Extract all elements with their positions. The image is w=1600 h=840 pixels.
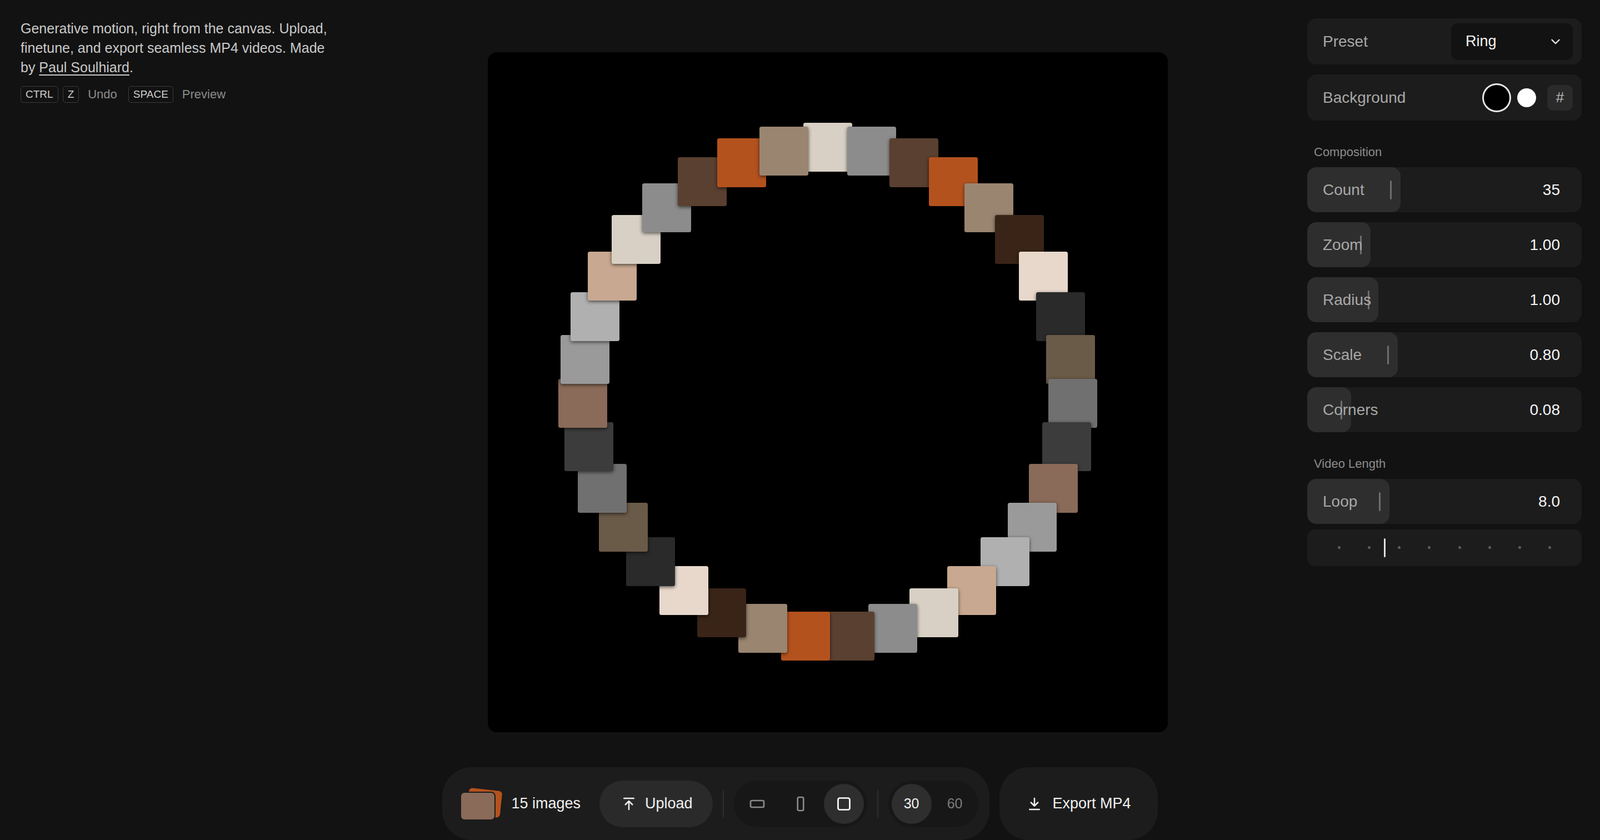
ring-tile bbox=[564, 422, 614, 472]
slider[interactable]: Zoom 1.00 bbox=[1307, 222, 1582, 268]
ring-tile bbox=[1046, 335, 1095, 384]
swatch-group: # bbox=[1483, 85, 1573, 111]
toolbar-pill: 15 images Upload 3060 bbox=[442, 767, 989, 840]
color-swatch[interactable] bbox=[1517, 88, 1537, 108]
ring-tile bbox=[781, 611, 830, 661]
section-title: Composition bbox=[1307, 130, 1582, 160]
slider[interactable]: Corners 0.08 bbox=[1307, 387, 1582, 433]
settings-panel: Preset Ring Background # Composition Count 35 Z… bbox=[1307, 0, 1600, 747]
ring-tile bbox=[1048, 378, 1098, 428]
slider[interactable]: Loop 8.0 bbox=[1307, 478, 1582, 524]
divider bbox=[722, 790, 724, 818]
timeline-dot bbox=[1397, 546, 1401, 549]
slider-label: Corners bbox=[1322, 401, 1379, 419]
shortcut: SPACE Preview bbox=[128, 86, 226, 103]
aspect-group bbox=[733, 780, 868, 828]
aspect-button[interactable] bbox=[780, 783, 821, 824]
shortcut-label: Undo bbox=[87, 87, 118, 102]
landscape-icon bbox=[747, 793, 768, 814]
slider-value: 8.0 bbox=[1538, 492, 1560, 511]
shortcut: CTRLZ Undo bbox=[20, 86, 118, 103]
background-label: Background bbox=[1322, 88, 1406, 107]
ring-tile bbox=[825, 611, 875, 661]
intro-text: Generative motion, right from the canvas… bbox=[20, 18, 332, 78]
shortcuts: CTRLZ Undo SPACE Preview bbox=[20, 86, 488, 103]
key-cap: Z bbox=[62, 86, 80, 103]
shortcut-label: Preview bbox=[182, 87, 226, 102]
ring-tile bbox=[847, 126, 897, 176]
upload-icon bbox=[620, 795, 638, 813]
slider-label: Loop bbox=[1322, 492, 1358, 511]
ring-tile bbox=[1036, 292, 1085, 342]
timeline-dot bbox=[1337, 546, 1341, 549]
timeline-dot bbox=[1367, 546, 1371, 549]
slider-value: 0.80 bbox=[1530, 346, 1561, 364]
ring-tile bbox=[803, 122, 853, 172]
slider-handle[interactable] bbox=[1387, 345, 1389, 365]
square-icon bbox=[833, 793, 854, 814]
timeline-dot bbox=[1458, 546, 1462, 549]
preset-select[interactable]: Ring bbox=[1451, 23, 1573, 60]
intro-column: Generative motion, right from the canvas… bbox=[0, 0, 488, 747]
app: Generative motion, right from the canvas… bbox=[0, 0, 1600, 840]
ring-tile bbox=[558, 378, 608, 428]
aspect-button[interactable] bbox=[823, 783, 864, 824]
timeline-dot bbox=[1548, 546, 1552, 549]
preset-value: Ring bbox=[1465, 32, 1497, 50]
slider-label: Count bbox=[1322, 181, 1365, 199]
slider-value: 1.00 bbox=[1530, 291, 1561, 309]
fps-group: 3060 bbox=[888, 780, 979, 828]
fps-button[interactable]: 30 bbox=[891, 783, 932, 824]
preset-label: Preset bbox=[1322, 32, 1368, 51]
key-cap: SPACE bbox=[128, 86, 174, 103]
canvas-column bbox=[487, 0, 1168, 747]
slider-label: Zoom bbox=[1322, 236, 1363, 254]
upload-button[interactable]: Upload bbox=[599, 780, 713, 828]
timeline-dot bbox=[1518, 546, 1522, 549]
slider[interactable]: Count 35 bbox=[1307, 167, 1582, 213]
slider-label: Radius bbox=[1322, 291, 1372, 309]
timeline-dot bbox=[1488, 546, 1492, 549]
bottom-toolbar: 15 images Upload 3060 Export MP4 bbox=[442, 767, 1158, 840]
ring-tile bbox=[717, 138, 767, 188]
color-swatch[interactable] bbox=[1483, 85, 1510, 111]
slider-value: 0.08 bbox=[1530, 401, 1561, 419]
slider-handle[interactable] bbox=[1378, 492, 1381, 512]
aspect-button[interactable] bbox=[737, 783, 778, 824]
ring-tile bbox=[577, 463, 627, 513]
portrait-icon bbox=[790, 793, 811, 814]
divider bbox=[877, 790, 879, 818]
slider-value: 35 bbox=[1542, 181, 1560, 199]
fps-button[interactable]: 60 bbox=[935, 783, 975, 824]
ring-tile bbox=[759, 126, 809, 176]
ring-tile bbox=[868, 603, 918, 653]
key-cap: CTRL bbox=[20, 86, 59, 103]
preview-canvas[interactable] bbox=[487, 52, 1168, 733]
download-icon bbox=[1026, 795, 1043, 813]
thumbnail-stack-icon bbox=[460, 788, 502, 820]
timeline-dot bbox=[1427, 546, 1431, 549]
section-title: Video Length bbox=[1307, 442, 1582, 472]
chevron-down-icon bbox=[1548, 34, 1563, 49]
author-link[interactable]: Paul Soulhiard bbox=[38, 59, 130, 75]
custom-color-button[interactable]: # bbox=[1547, 85, 1573, 111]
preset-row: Preset Ring bbox=[1307, 18, 1582, 65]
playhead[interactable] bbox=[1383, 538, 1386, 558]
timeline[interactable] bbox=[1307, 529, 1582, 567]
slider[interactable]: Radius 1.00 bbox=[1307, 277, 1582, 323]
images-button[interactable]: 15 images bbox=[460, 788, 590, 820]
slider-handle[interactable] bbox=[1390, 180, 1392, 200]
slider[interactable]: Scale 0.80 bbox=[1307, 332, 1582, 378]
ring-tile bbox=[560, 335, 610, 384]
background-row: Background # bbox=[1307, 74, 1582, 121]
export-button[interactable]: Export MP4 bbox=[999, 767, 1158, 840]
slider-value: 1.00 bbox=[1530, 236, 1561, 254]
images-count: 15 images bbox=[511, 795, 581, 813]
slider-label: Scale bbox=[1322, 346, 1362, 364]
